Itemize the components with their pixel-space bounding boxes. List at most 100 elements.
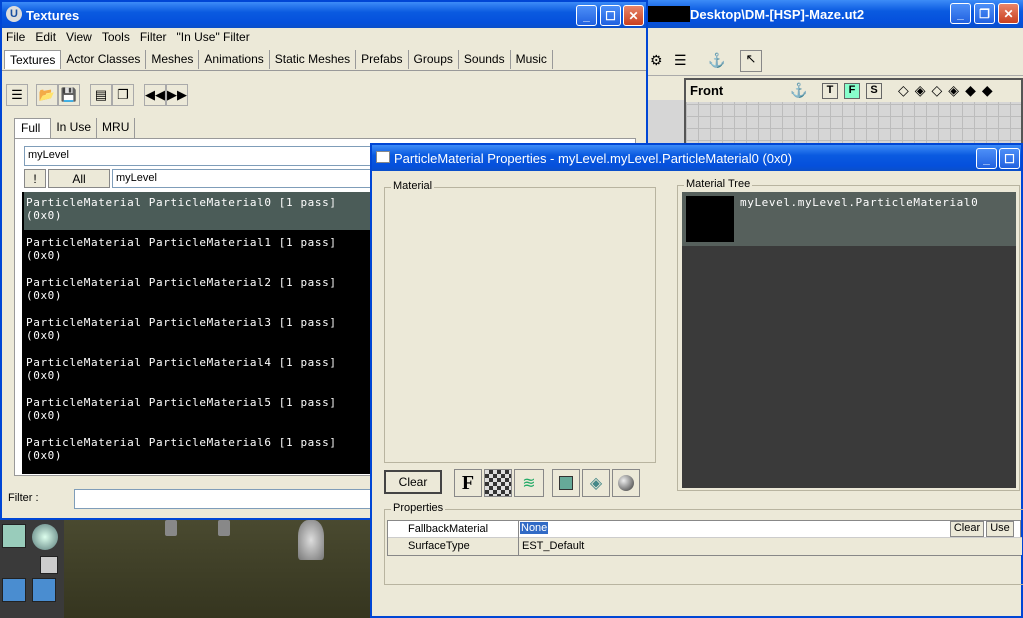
toolbar-icon-2[interactable]: ☰ <box>674 52 687 69</box>
editor-title-redaction <box>648 6 690 22</box>
properties-title: ParticleMaterial Properties - myLevel.my… <box>394 150 793 166</box>
properties-maximize-button[interactable]: ☐ <box>999 148 1020 169</box>
minimize-button[interactable]: _ <box>950 3 971 24</box>
unreal-icon: U <box>6 6 22 22</box>
menu-filter[interactable]: Filter <box>140 30 167 44</box>
list-item[interactable]: ParticleMaterial ParticleMaterial4 [1 pa… <box>24 352 370 390</box>
subtab-full[interactable]: Full <box>14 118 52 139</box>
editor-title-bar: Desktop\DM-[HSP]-Maze.ut2 _ ❐ ✕ <box>648 0 1023 28</box>
property-use-button[interactable]: Use <box>986 521 1014 537</box>
viewport-btn-s[interactable]: S <box>866 83 882 99</box>
menu-bar: File Edit View Tools Filter "In Use" Fil… <box>6 30 260 44</box>
toolbar-open-icon[interactable]: 📂 <box>36 84 58 106</box>
close-button[interactable]: ✕ <box>998 3 1019 24</box>
properties-group: Properties FallbackMaterial None Clear U… <box>384 502 1023 585</box>
toolbar-prev-icon[interactable]: ◀◀ <box>144 84 166 106</box>
viewport-btn-f[interactable]: F <box>844 83 860 99</box>
subtab-in-use[interactable]: In Use <box>51 118 98 139</box>
flat-shade-icon[interactable] <box>552 469 580 497</box>
viewport-actor-2 <box>218 520 230 536</box>
toolbar-next-icon[interactable]: ▶▶ <box>166 84 188 106</box>
list-item[interactable]: ParticleMaterial ParticleMaterial1 [1 pa… <box>24 232 370 270</box>
tab-sounds[interactable]: Sounds <box>459 50 511 69</box>
tab-prefabs[interactable]: Prefabs <box>356 50 409 69</box>
mode-button-1[interactable] <box>2 524 26 548</box>
material-group: Material <box>384 180 656 463</box>
property-row[interactable]: SurfaceType EST_Default <box>388 538 1022 555</box>
tab-groups[interactable]: Groups <box>409 50 459 69</box>
tab-music[interactable]: Music <box>511 50 553 69</box>
property-name: SurfaceType <box>408 540 470 552</box>
fallback-f-icon[interactable]: F <box>454 469 482 497</box>
mode-button-5[interactable] <box>32 578 56 602</box>
filter-input[interactable] <box>74 489 374 509</box>
maximize-button[interactable]: ❐ <box>974 3 995 24</box>
property-name-column-divider <box>518 521 519 555</box>
property-row[interactable]: FallbackMaterial None Clear Use <box>388 521 1022 538</box>
cube-icon[interactable]: ◈ <box>582 469 610 497</box>
toolbar-duplicate-icon[interactable]: ❐ <box>112 84 134 106</box>
subtab-mru[interactable]: MRU <box>97 118 136 139</box>
list-item[interactable]: ParticleMaterial ParticleMaterial3 [1 pa… <box>24 312 370 350</box>
properties-title-bar: ParticleMaterial Properties - myLevel.my… <box>372 145 1021 171</box>
editor-side-toolbar <box>0 518 64 618</box>
property-value[interactable]: EST_Default <box>522 540 584 552</box>
tab-animations[interactable]: Animations <box>199 50 270 69</box>
bang-button[interactable]: ! <box>24 169 46 188</box>
properties-minimize-button[interactable]: _ <box>976 148 997 169</box>
viewport-btn-t[interactable]: T <box>822 83 838 99</box>
tab-meshes[interactable]: Meshes <box>146 50 200 69</box>
menu-edit[interactable]: Edit <box>35 30 56 44</box>
render-mode-icons[interactable]: ◇◈◇◈◆◆ <box>898 82 999 99</box>
textures-close-button[interactable]: ✕ <box>623 5 644 26</box>
toolbar-browse-icon[interactable]: ☰ <box>6 84 28 106</box>
list-item[interactable]: ParticleMaterial ParticleMaterial2 [1 pa… <box>24 272 370 310</box>
menu-inuse-filter[interactable]: "In Use" Filter <box>177 30 250 44</box>
list-item[interactable]: ParticleMaterial ParticleMaterial6 [1 pa… <box>24 432 370 470</box>
all-button[interactable]: All <box>48 169 110 188</box>
checker-icon[interactable] <box>484 469 512 497</box>
front-viewport-header: Front ⚓ T F S ◇◈◇◈◆◆ <box>686 80 1021 102</box>
package-combo[interactable]: myLevel <box>24 146 372 166</box>
tree-item-label: myLevel.myLevel.ParticleMaterial0 <box>740 196 979 209</box>
mode-button-4[interactable] <box>2 578 26 602</box>
group-combo[interactable]: myLevel <box>112 169 372 188</box>
property-grid: FallbackMaterial None Clear Use SurfaceT… <box>387 520 1022 556</box>
layers-icon[interactable]: ≋ <box>514 469 544 497</box>
textures-title: Textures <box>26 7 80 23</box>
texture-list[interactable]: ParticleMaterial ParticleMaterial0 [1 pa… <box>22 192 372 474</box>
window-icon <box>376 151 390 163</box>
toolbar-properties-icon[interactable]: ▤ <box>90 84 112 106</box>
toolbar-icon-1[interactable]: ⚙ <box>650 52 663 69</box>
clear-button[interactable]: Clear <box>384 470 442 494</box>
menu-view[interactable]: View <box>66 30 92 44</box>
material-thumbnail <box>686 196 734 242</box>
viewport-pin-icon[interactable]: ⚓ <box>790 82 807 99</box>
mode-button-2[interactable] <box>32 524 58 550</box>
mode-button-3[interactable] <box>40 556 58 574</box>
property-clear-button[interactable]: Clear <box>950 521 984 537</box>
tab-textures[interactable]: Textures <box>4 50 62 69</box>
material-tree-view[interactable]: myLevel.myLevel.ParticleMaterial0 <box>682 192 1016 488</box>
viewport-actor-1 <box>165 520 177 536</box>
property-name: FallbackMaterial <box>408 523 489 535</box>
menu-tools[interactable]: Tools <box>102 30 130 44</box>
toolbar-icon-3[interactable]: ⚓ <box>708 52 725 69</box>
textures-maximize-button[interactable]: ☐ <box>600 5 621 26</box>
material-group-label: Material <box>391 180 435 192</box>
sphere-icon[interactable] <box>612 469 640 497</box>
browser-tabs: Textures Actor Classes Meshes Animations… <box>4 50 553 69</box>
tab-divider <box>2 70 646 71</box>
viewport-actor-3 <box>298 520 324 560</box>
list-item[interactable]: ParticleMaterial ParticleMaterial5 [1 pa… <box>24 392 370 430</box>
tab-actor-classes[interactable]: Actor Classes <box>61 50 147 69</box>
toolbar-icon-4[interactable]: ↖ <box>740 50 762 72</box>
tree-item[interactable]: myLevel.myLevel.ParticleMaterial0 <box>682 192 1016 246</box>
textures-title-bar: U Textures _ ☐ ✕ <box>2 2 646 28</box>
list-item[interactable]: ParticleMaterial ParticleMaterial0 [1 pa… <box>24 192 370 230</box>
property-value-input[interactable]: None <box>520 522 549 534</box>
toolbar-save-icon[interactable]: 💾 <box>58 84 80 106</box>
textures-minimize-button[interactable]: _ <box>576 5 597 26</box>
tab-static-meshes[interactable]: Static Meshes <box>270 50 357 69</box>
menu-file[interactable]: File <box>6 30 25 44</box>
